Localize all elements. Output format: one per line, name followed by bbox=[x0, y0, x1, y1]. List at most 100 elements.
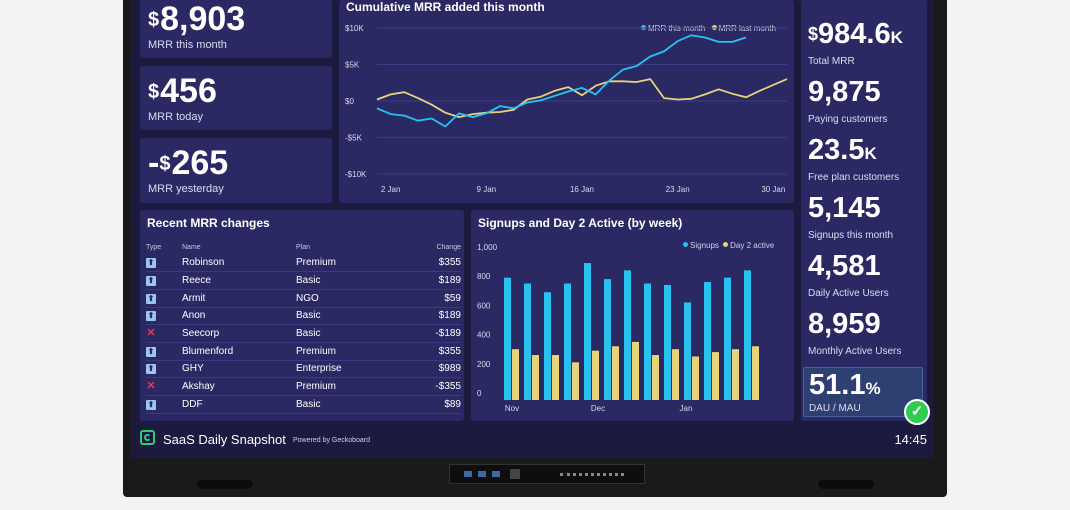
bar-signups bbox=[704, 282, 711, 400]
bar-signups bbox=[564, 283, 571, 400]
bar-day2-active bbox=[532, 355, 539, 400]
bar-day2-active bbox=[692, 356, 699, 400]
dashboard-footer: SaaS Daily Snapshot Powered by Geckoboar… bbox=[131, 427, 933, 458]
plan-cell: Premium bbox=[296, 342, 396, 361]
bar-day2-active bbox=[592, 350, 599, 400]
bar-signups bbox=[724, 277, 731, 400]
type-cell: ⬆ bbox=[146, 307, 182, 326]
bar-signups bbox=[504, 277, 511, 400]
line-chart-x-tick: 23 Jan bbox=[666, 185, 690, 194]
bar-signups bbox=[624, 270, 631, 400]
bar-day2-active bbox=[732, 349, 739, 400]
type-cell: ✕ bbox=[146, 324, 182, 343]
stat-mrr-today: $456 MRR today bbox=[140, 66, 332, 130]
check-icon: ✓ bbox=[904, 399, 930, 425]
port-panel bbox=[449, 464, 645, 484]
name-cell: Seecorp bbox=[182, 324, 296, 343]
change-cell: $89 bbox=[396, 395, 461, 414]
bar-day2-active bbox=[512, 349, 519, 400]
table-row: ⬆ Reece Basic $189 bbox=[146, 271, 461, 290]
name-cell: GHY bbox=[182, 360, 296, 379]
stat-label: Signups this month bbox=[808, 230, 894, 241]
bar-chart-x-tick: Nov bbox=[505, 404, 519, 413]
stat-value: -$265 bbox=[148, 144, 229, 182]
bar-signups bbox=[744, 270, 751, 400]
line-chart-panel: Cumulative MRR added this month MRR this… bbox=[339, 0, 794, 203]
bar-day2-active bbox=[752, 346, 759, 400]
stat-mrr-this-month: $8,903 MRR this month bbox=[140, 0, 332, 58]
stat-label: MRR yesterday bbox=[148, 183, 224, 195]
cross-icon: ✕ bbox=[146, 327, 156, 340]
col-name: Name bbox=[182, 243, 201, 251]
change-cell: -$189 bbox=[396, 324, 461, 343]
plan-cell: Basic bbox=[296, 307, 396, 326]
line-chart-y-tick: $0 bbox=[345, 97, 354, 106]
name-cell: DDF bbox=[182, 395, 296, 414]
line-chart-y-tick: $5K bbox=[345, 61, 360, 70]
col-type: Type bbox=[146, 243, 162, 251]
bar-day2-active bbox=[572, 362, 579, 400]
arrow-up-icon: ⬆ bbox=[146, 293, 156, 304]
bar-day2-active bbox=[612, 346, 619, 400]
stat-value: 9,875 bbox=[808, 76, 881, 108]
cross-icon: ✕ bbox=[146, 380, 156, 393]
table-header-row: Type Name Plan Change bbox=[146, 240, 461, 254]
type-cell: ✕ bbox=[146, 377, 182, 396]
name-cell: Reece bbox=[182, 271, 296, 290]
plan-cell: Basic bbox=[296, 395, 396, 414]
name-cell: Akshay bbox=[182, 377, 296, 396]
line-chart-x-tick: 9 Jan bbox=[477, 185, 497, 194]
table-row: ⬆ Blumenford Premium $355 bbox=[146, 342, 461, 361]
change-cell: $989 bbox=[396, 360, 461, 379]
stat-value: 4,581 bbox=[808, 250, 881, 282]
change-cell: -$355 bbox=[396, 377, 461, 396]
change-cell: $59 bbox=[396, 289, 461, 308]
type-cell: ⬆ bbox=[146, 289, 182, 308]
table-row: ⬆ GHY Enterprise $989 bbox=[146, 360, 461, 379]
bar-signups bbox=[604, 279, 611, 400]
line-chart-y-tick: -$5K bbox=[345, 134, 363, 143]
line-chart-svg: $10K $5K $0 -$5K -$10K 2 Jan 9 Jan 16 Jan 23 Jan… bbox=[345, 24, 788, 194]
stat-value: $456 bbox=[148, 72, 217, 110]
type-cell: ⬆ bbox=[146, 254, 182, 273]
bar-signups bbox=[544, 292, 551, 400]
col-change: Change bbox=[436, 243, 461, 251]
bar-signups bbox=[584, 263, 591, 400]
change-cell: $189 bbox=[396, 271, 461, 290]
stat-value: $984.6K bbox=[808, 18, 903, 50]
bar-chart-x-tick: Dec bbox=[591, 404, 605, 413]
right-stats-panel: $984.6K Total MRR 9,875 Paying customers 23.… bbox=[801, 0, 927, 421]
speaker-left bbox=[197, 480, 253, 489]
name-cell: Blumenford bbox=[182, 342, 296, 361]
line-series-this-month bbox=[376, 34, 747, 128]
table-row: ✕ Akshay Premium -$355 bbox=[146, 377, 461, 396]
stat-label: Daily Active Users bbox=[808, 288, 889, 299]
plan-cell: Enterprise bbox=[296, 360, 396, 379]
table-row: ✕ Seecorp Basic -$189 bbox=[146, 324, 461, 343]
bar-day2-active bbox=[672, 349, 679, 400]
name-cell: Armit bbox=[182, 289, 296, 308]
stat-mrr-yesterday: -$265 MRR yesterday bbox=[140, 138, 332, 203]
bar-chart-svg: 1,000 800 600 400 200 0 Nov Dec Jan bbox=[477, 243, 759, 413]
arrow-up-icon: ⬆ bbox=[146, 346, 156, 357]
name-cell: Anon bbox=[182, 307, 296, 326]
stat-dau-mau-value: 51.1% bbox=[809, 369, 881, 401]
line-chart-x-tick: 16 Jan bbox=[570, 185, 594, 194]
bar-day2-active bbox=[652, 355, 659, 400]
plan-cell: NGO bbox=[296, 289, 396, 308]
bar-chart-y-tick: 800 bbox=[477, 272, 491, 281]
stat-label: Monthly Active Users bbox=[808, 346, 902, 357]
footer-powered: Powered by Geckoboard bbox=[293, 437, 371, 444]
speaker-right bbox=[818, 480, 874, 489]
table-row: ⬆ DDF Basic $89 bbox=[146, 395, 461, 414]
change-cell: $355 bbox=[396, 342, 461, 361]
stat-value: $8,903 bbox=[148, 0, 246, 38]
stat-label: Free plan customers bbox=[808, 172, 900, 183]
line-chart-x-tick: 2 Jan bbox=[381, 185, 401, 194]
mrr-changes-title: Recent MRR changes bbox=[147, 216, 270, 230]
line-chart-x-tick: 30 Jan bbox=[761, 185, 785, 194]
stat-label: MRR today bbox=[148, 111, 204, 123]
gecko-logo-icon bbox=[140, 430, 155, 445]
arrow-up-icon: ⬆ bbox=[146, 276, 156, 287]
type-cell: ⬆ bbox=[146, 395, 182, 414]
